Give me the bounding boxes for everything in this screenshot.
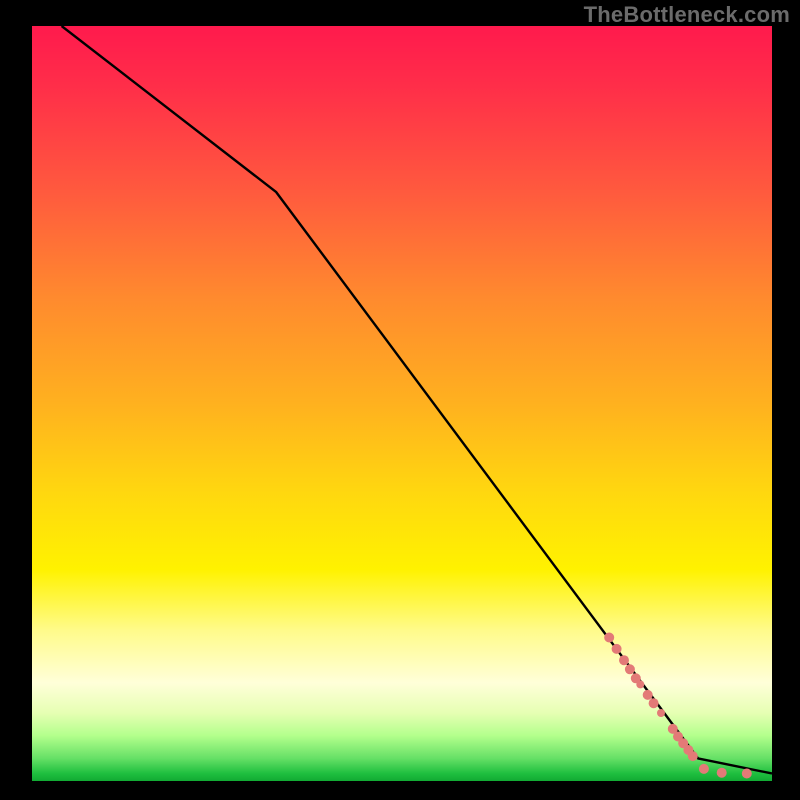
data-marker: [688, 751, 698, 761]
data-marker: [604, 633, 614, 643]
data-marker: [742, 769, 752, 779]
data-marker: [612, 644, 622, 654]
data-marker: [657, 709, 665, 717]
data-marker: [636, 680, 644, 688]
data-marker: [699, 764, 709, 774]
chart-overlay: [32, 26, 772, 781]
data-marker: [649, 698, 659, 708]
data-marker: [643, 690, 653, 700]
data-marker: [625, 664, 635, 674]
data-markers: [604, 633, 752, 779]
chart-stage: TheBottleneck.com: [0, 0, 800, 800]
plot-area: [32, 26, 772, 781]
data-marker: [619, 655, 629, 665]
data-marker: [717, 768, 727, 778]
watermark-text: TheBottleneck.com: [584, 2, 790, 28]
bottleneck-curve: [62, 26, 772, 774]
